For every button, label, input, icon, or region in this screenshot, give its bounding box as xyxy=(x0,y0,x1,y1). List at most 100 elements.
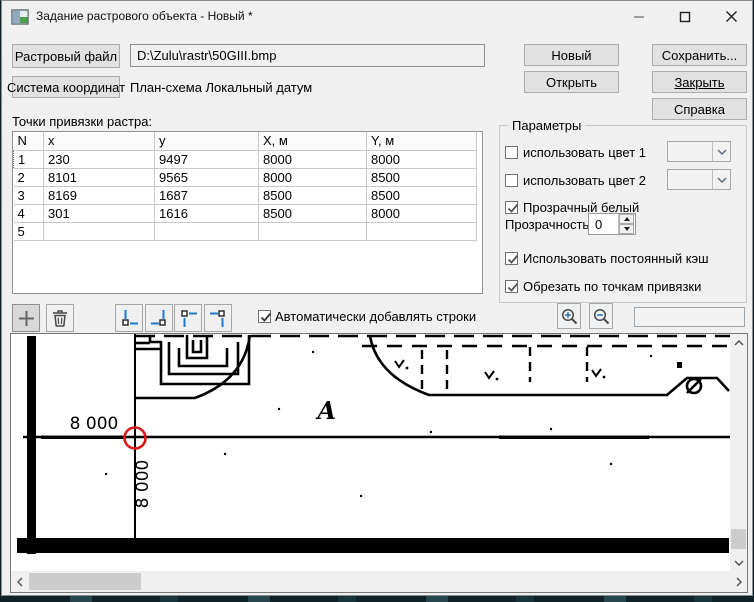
map-vertical-scrollbar[interactable] xyxy=(730,334,747,571)
column-header-n[interactable]: N xyxy=(14,132,44,150)
maximize-button[interactable] xyxy=(662,1,708,32)
cell[interactable]: 8000 xyxy=(367,150,477,168)
persistent-cache-label[interactable]: Использовать постоянный кэш xyxy=(523,251,709,266)
anchor-top-right-button[interactable] xyxy=(204,304,232,332)
chevron-down-icon[interactable] xyxy=(712,142,730,161)
cell[interactable] xyxy=(44,222,155,240)
table-row[interactable]: 5 xyxy=(14,222,477,240)
close-button[interactable]: Закрыть xyxy=(652,71,747,93)
parameters-group-label: Параметры xyxy=(508,118,585,133)
use-color-2-checkbox[interactable] xyxy=(505,174,518,187)
transparency-label: Прозрачность xyxy=(505,217,589,232)
use-color-1-checkbox[interactable] xyxy=(505,146,518,159)
new-button-label: Новый xyxy=(551,48,591,63)
column-header-ym[interactable]: Y, м xyxy=(367,132,477,150)
zoom-out-button[interactable] xyxy=(589,303,613,329)
cell[interactable]: 1687 xyxy=(155,186,259,204)
close-button-label: Закрыть xyxy=(674,75,724,90)
save-button-label: Сохранить... xyxy=(662,48,737,63)
cell[interactable] xyxy=(367,222,477,240)
auto-add-rows-checkbox[interactable] xyxy=(258,310,271,323)
save-button[interactable]: Сохранить... xyxy=(652,44,747,66)
cell[interactable]: 4 xyxy=(14,204,44,222)
magnifier-minus-icon xyxy=(593,308,610,325)
raster-map-preview[interactable]: 8 000 8 000 А xyxy=(11,334,730,571)
use-color-1-label[interactable]: использовать цвет 1 xyxy=(523,145,646,160)
color-2-value xyxy=(668,170,712,189)
add-row-button[interactable] xyxy=(12,304,40,332)
chevron-down-icon[interactable] xyxy=(712,170,730,189)
scroll-left-button[interactable] xyxy=(11,571,28,592)
anchor-points-table[interactable]: N x y X, м Y, м 1 230 9497 8000 8000 2 8… xyxy=(12,131,483,294)
vertical-scroll-thumb[interactable] xyxy=(731,529,746,549)
magnifier-plus-icon xyxy=(561,308,578,325)
anchor-top-left-button[interactable] xyxy=(174,304,202,332)
table-row[interactable]: 2 8101 9565 8000 8500 xyxy=(14,168,477,186)
new-button[interactable]: Новый xyxy=(524,44,619,66)
cell[interactable]: 8000 xyxy=(367,204,477,222)
anchor-bottom-left-icon xyxy=(121,310,138,327)
use-color-2-label[interactable]: использовать цвет 2 xyxy=(523,173,646,188)
transparent-white-checkbox[interactable] xyxy=(505,201,518,214)
crop-by-anchors-label[interactable]: Обрезать по точкам привязки xyxy=(523,279,701,294)
scale-field[interactable] xyxy=(634,307,745,327)
zoom-in-button[interactable] xyxy=(557,303,581,329)
cell[interactable] xyxy=(155,222,259,240)
table-row[interactable]: 1 230 9497 8000 8000 xyxy=(14,150,477,168)
cell[interactable]: 230 xyxy=(44,150,155,168)
cell[interactable]: 8101 xyxy=(44,168,155,186)
table-row[interactable]: 3 8169 1687 8500 8500 xyxy=(14,186,477,204)
raster-object-dialog: Задание растрового объекта - Новый * Р xyxy=(1,0,753,596)
transparency-spinner[interactable]: 0 xyxy=(588,213,636,235)
color-2-dropdown[interactable] xyxy=(667,169,731,190)
cell[interactable]: 3 xyxy=(14,186,44,204)
cell-selected[interactable]: 1 xyxy=(14,150,44,168)
cell[interactable]: 8500 xyxy=(259,204,367,222)
spinner-up-button[interactable] xyxy=(619,214,634,224)
column-header-y[interactable]: y xyxy=(155,132,259,150)
cell[interactable]: 8500 xyxy=(259,186,367,204)
delete-row-button[interactable] xyxy=(46,304,74,332)
persistent-cache-checkbox[interactable] xyxy=(505,252,518,265)
crop-by-anchors-checkbox[interactable] xyxy=(505,280,518,293)
anchor-points-label: Точки привязки растра: xyxy=(12,114,152,129)
help-button-label: Справка xyxy=(674,102,725,117)
transparency-value[interactable]: 0 xyxy=(589,214,618,234)
screen: Задание растрового объекта - Новый * Р xyxy=(0,0,754,602)
cell[interactable]: 1616 xyxy=(155,204,259,222)
cell[interactable]: 5 xyxy=(14,222,44,240)
background-window-edge xyxy=(0,596,754,602)
title-bar[interactable]: Задание растрового объекта - Новый * xyxy=(2,1,752,32)
cell[interactable] xyxy=(259,222,367,240)
color-1-dropdown[interactable] xyxy=(667,141,731,162)
anchor-bottom-left-button[interactable] xyxy=(115,304,143,332)
minimize-button[interactable] xyxy=(616,1,662,32)
column-header-xm[interactable]: X, м xyxy=(259,132,367,150)
scroll-up-button[interactable] xyxy=(730,334,747,351)
cell[interactable]: 8500 xyxy=(367,186,477,204)
cell[interactable]: 8169 xyxy=(44,186,155,204)
file-path-field[interactable]: D:\Zulu\rastr\50GIII.bmp xyxy=(130,44,485,67)
column-header-x[interactable]: x xyxy=(44,132,155,150)
table-row[interactable]: 4 301 1616 8500 8000 xyxy=(14,204,477,222)
anchor-bottom-right-button[interactable] xyxy=(145,304,173,332)
cell[interactable]: 2 xyxy=(14,168,44,186)
cell[interactable]: 8000 xyxy=(259,150,367,168)
map-horizontal-scrollbar[interactable] xyxy=(11,571,747,592)
cell[interactable]: 9565 xyxy=(155,168,259,186)
cell[interactable]: 9497 xyxy=(155,150,259,168)
cell[interactable]: 8500 xyxy=(367,168,477,186)
maximize-icon xyxy=(679,11,691,23)
raster-file-button[interactable]: Растровый файл xyxy=(12,44,120,68)
scroll-right-button[interactable] xyxy=(730,571,747,592)
horizontal-scroll-thumb[interactable] xyxy=(29,573,141,590)
open-button[interactable]: Открыть xyxy=(524,71,619,93)
cell[interactable]: 8000 xyxy=(259,168,367,186)
spinner-down-button[interactable] xyxy=(619,224,634,234)
scroll-down-button[interactable] xyxy=(730,554,747,571)
coordinate-system-button[interactable]: Система координат xyxy=(12,76,120,98)
cell[interactable]: 301 xyxy=(44,204,155,222)
auto-add-rows-label[interactable]: Автоматически добавлять строки xyxy=(275,309,476,324)
close-window-button[interactable] xyxy=(708,1,754,32)
help-button[interactable]: Справка xyxy=(652,98,747,120)
